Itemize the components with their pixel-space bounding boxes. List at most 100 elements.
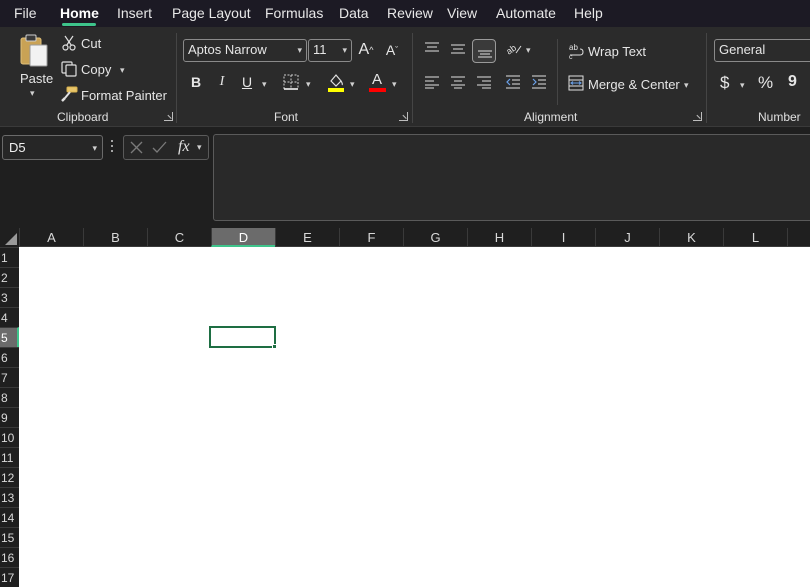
align-middle-icon[interactable]	[450, 41, 466, 55]
column-header-e[interactable]: E	[275, 228, 339, 247]
align-left-icon[interactable]	[424, 75, 440, 89]
column-header-d[interactable]: D	[211, 228, 275, 247]
format-painter-button[interactable]: Format Painter	[81, 88, 167, 103]
select-all-button[interactable]	[0, 228, 19, 247]
decrease-font-size-icon[interactable]: Aˇ	[383, 41, 401, 59]
font-size-value: 11	[313, 42, 327, 57]
cut-icon[interactable]	[62, 35, 76, 51]
row-header-4[interactable]: 4	[0, 307, 19, 327]
column-header-l[interactable]: L	[723, 228, 787, 247]
row-header-11[interactable]: 11	[0, 447, 19, 467]
formula-input[interactable]	[213, 134, 810, 221]
increase-font-size-icon[interactable]: A ^	[356, 40, 376, 60]
column-header-k[interactable]: K	[659, 228, 723, 247]
alignment-dialog-launcher-icon[interactable]	[693, 112, 702, 121]
menu-data[interactable]: Data	[339, 5, 369, 21]
name-box[interactable]: D5 ▾	[2, 135, 103, 160]
enter-check-icon[interactable]	[152, 141, 167, 154]
increase-indent-icon[interactable]	[531, 75, 547, 89]
font-name-chevron-down-icon: ▾	[297, 45, 302, 55]
fill-color-icon[interactable]	[327, 72, 345, 92]
menu-help[interactable]: Help	[574, 5, 603, 21]
column-header-h[interactable]: H	[467, 228, 531, 247]
orientation-icon[interactable]: ab	[505, 41, 523, 57]
row-header-7[interactable]: 7	[0, 367, 19, 387]
paste-chevron-down-icon[interactable]: ▾	[30, 88, 35, 99]
column-header-c[interactable]: C	[147, 228, 211, 247]
fill-handle[interactable]	[272, 344, 277, 349]
copy-button[interactable]: Copy	[81, 62, 111, 77]
fx-chevron-down-icon[interactable]: ▾	[197, 142, 202, 153]
font-size-select[interactable]: 11 ▾	[308, 39, 352, 62]
copy-icon[interactable]	[61, 61, 77, 77]
menu-home[interactable]: Home	[60, 5, 99, 21]
menu-file[interactable]: File	[14, 5, 37, 21]
underline-chevron-down-icon[interactable]: ▾	[262, 79, 267, 90]
row-header-10[interactable]: 10	[0, 427, 19, 447]
italic-button[interactable]: I	[214, 72, 230, 92]
menu-formulas[interactable]: Formulas	[265, 5, 323, 21]
font-dialog-launcher-icon[interactable]	[399, 112, 408, 121]
borders-chevron-down-icon[interactable]: ▾	[306, 79, 311, 90]
column-header-j[interactable]: J	[595, 228, 659, 247]
font-color-chevron-down-icon[interactable]: ▾	[392, 79, 397, 90]
format-painter-icon[interactable]	[61, 86, 78, 102]
merge-center-icon[interactable]	[568, 75, 584, 91]
column-header-f[interactable]: F	[339, 228, 403, 247]
active-cell-d5[interactable]	[209, 326, 276, 348]
row-header-1[interactable]: 1	[0, 247, 19, 267]
align-center-icon[interactable]	[450, 75, 466, 89]
percent-format-button[interactable]: %	[758, 73, 773, 93]
number-format-select[interactable]: General	[714, 39, 810, 62]
decrease-indent-icon[interactable]	[505, 75, 521, 89]
cancel-icon[interactable]	[130, 141, 143, 154]
currency-format-button[interactable]: $	[720, 73, 729, 93]
formula-bar-options-icon[interactable]	[110, 140, 114, 154]
comma-style-button[interactable]: 9	[788, 73, 797, 91]
row-header-16[interactable]: 16	[0, 547, 19, 567]
column-header-b[interactable]: B	[83, 228, 147, 247]
align-right-icon[interactable]	[476, 75, 492, 89]
currency-chevron-down-icon[interactable]: ▾	[740, 80, 745, 91]
align-bottom-button[interactable]	[472, 39, 496, 63]
row-header-8[interactable]: 8	[0, 387, 19, 407]
cut-button[interactable]: Cut	[81, 36, 101, 51]
fill-color-chevron-down-icon[interactable]: ▾	[350, 79, 355, 90]
column-header-i[interactable]: I	[531, 228, 595, 247]
font-name-select[interactable]: Aptos Narrow ▾	[183, 39, 307, 62]
merge-center-button[interactable]: Merge & Center	[588, 77, 680, 92]
orientation-chevron-down-icon[interactable]: ▾	[526, 45, 531, 56]
paste-label[interactable]: Paste	[20, 71, 53, 86]
menu-review[interactable]: Review	[387, 5, 433, 21]
row-header-15[interactable]: 15	[0, 527, 19, 547]
wrap-text-button[interactable]: Wrap Text	[588, 44, 646, 59]
column-header-overflow[interactable]	[787, 228, 810, 247]
row-header-2[interactable]: 2	[0, 267, 19, 287]
menu-automate[interactable]: Automate	[496, 5, 556, 21]
row-header-9[interactable]: 9	[0, 407, 19, 427]
column-header-a[interactable]: A	[19, 228, 83, 247]
column-header-g[interactable]: G	[403, 228, 467, 247]
insert-function-button[interactable]: fx	[178, 138, 190, 156]
menu-page-layout[interactable]: Page Layout	[172, 5, 251, 21]
row-header-14[interactable]: 14	[0, 507, 19, 527]
row-header-12[interactable]: 12	[0, 467, 19, 487]
menu-insert[interactable]: Insert	[117, 5, 152, 21]
cell-area[interactable]	[19, 247, 810, 587]
borders-icon[interactable]	[283, 74, 299, 90]
merge-center-chevron-down-icon[interactable]: ▾	[684, 80, 689, 91]
underline-button[interactable]: U	[239, 72, 255, 92]
paste-icon[interactable]	[18, 33, 50, 69]
menu-view[interactable]: View	[447, 5, 477, 21]
copy-chevron-down-icon[interactable]: ▾	[120, 65, 125, 76]
row-header-13[interactable]: 13	[0, 487, 19, 507]
row-header-17[interactable]: 17	[0, 567, 19, 587]
clipboard-dialog-launcher-icon[interactable]	[164, 112, 173, 121]
wrap-text-icon[interactable]: ab c	[569, 43, 585, 59]
align-top-icon[interactable]	[424, 41, 440, 55]
row-header-6[interactable]: 6	[0, 347, 19, 367]
row-header-3[interactable]: 3	[0, 287, 19, 307]
row-header-5[interactable]: 5	[0, 327, 19, 347]
bold-button[interactable]: B	[188, 72, 204, 92]
font-color-icon[interactable]: A	[368, 72, 386, 92]
